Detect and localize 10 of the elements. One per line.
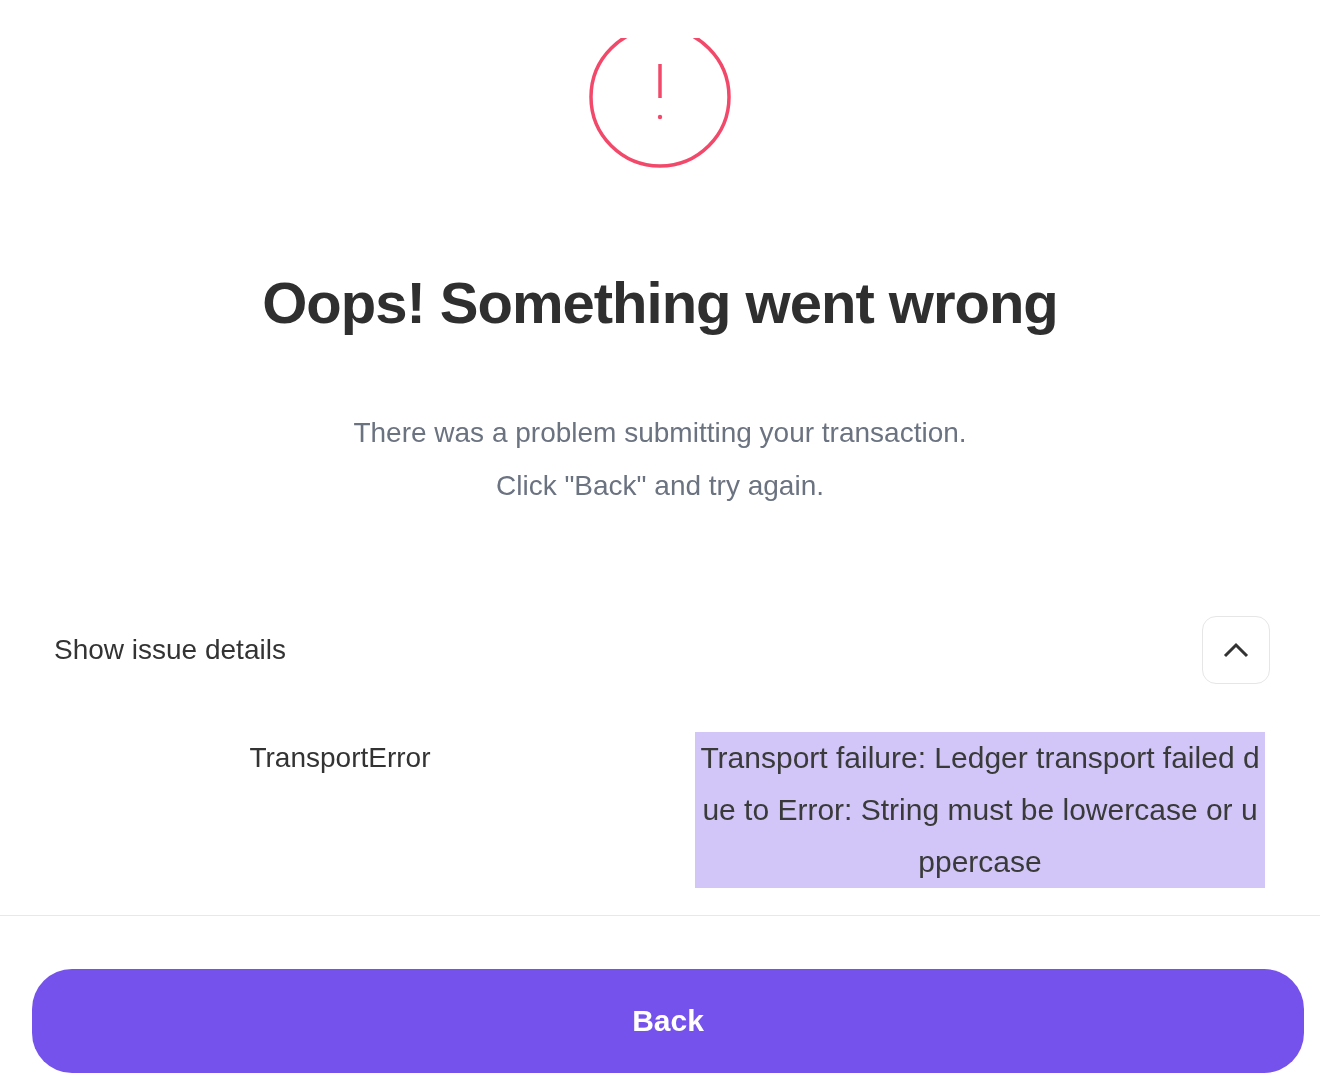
chevron-up-icon	[1223, 641, 1249, 658]
error-heading: Oops! Something went wrong	[261, 269, 1059, 337]
warning-icon	[588, 38, 732, 170]
toggle-button[interactable]	[1202, 615, 1270, 684]
error-message: Click "Back" and try again.	[496, 469, 824, 501]
back-button[interactable]: Back	[32, 968, 1304, 1073]
issue-details-label: Show issue details	[54, 632, 286, 667]
error-name: TransportError	[249, 741, 431, 773]
error-message: There was a problem submitting your transaction.	[353, 416, 967, 448]
error-details: Transport failure: Ledger transport failed due to Error: String must be lowercase or uppercase	[695, 731, 1265, 888]
